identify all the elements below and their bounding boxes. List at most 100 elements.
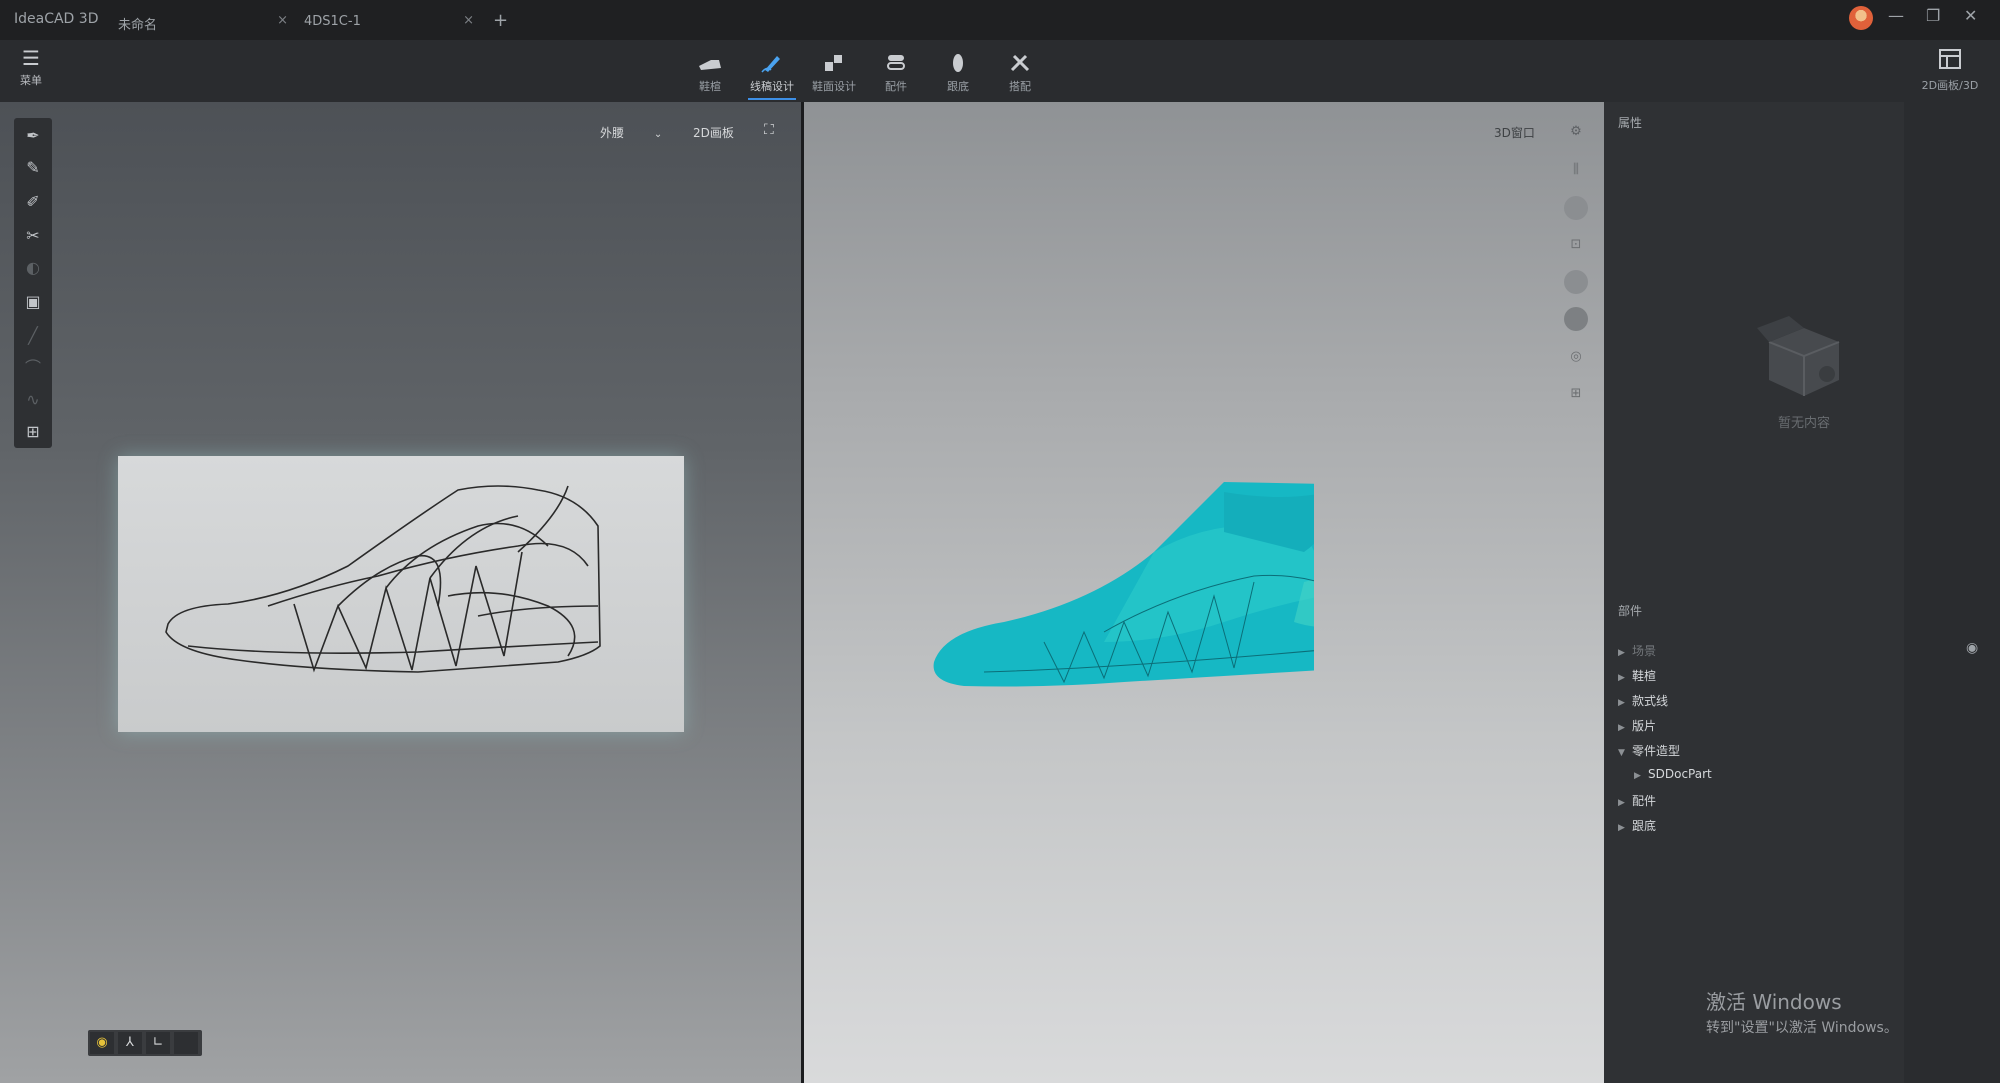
tree-item-style-lines[interactable]: ▶ 款式线: [1618, 692, 1668, 709]
tree-item-accessories[interactable]: ▶ 配件: [1618, 792, 1656, 809]
smooth-tool-icon[interactable]: ∿: [14, 386, 52, 414]
tree-item-label: 配件: [1632, 794, 1657, 808]
tree-item-sddocpart[interactable]: ▶ SDDocPart: [1634, 767, 1712, 781]
tree-item-label: 版片: [1632, 719, 1657, 733]
tool-label: 鞋面设计: [812, 80, 856, 93]
focus-icon[interactable]: ⊡: [1564, 233, 1588, 257]
mirror-tool-icon[interactable]: ◐: [14, 254, 52, 282]
view-2d-canvas[interactable]: 外腰 ⌄ 2D画板 ⛶ ◉ ⅄ ∟: [0, 102, 802, 1083]
match-icon: [992, 52, 1048, 76]
menu-label: 菜单: [20, 74, 42, 87]
properties-panel: 属性 暂无内容 部件 ▶ 场景 ▶ 鞋楦 ▶ 款式线 ▶ 版片 ▼ 零件造型 ▶ SDDoc…: [1604, 102, 1904, 1083]
tree-item-label: SDDocPart: [1648, 767, 1712, 781]
caret-right-icon: ▶: [1634, 771, 1641, 781]
tab-close-icon[interactable]: ×: [463, 13, 474, 28]
lighting-icon[interactable]: [1564, 307, 1588, 331]
watermark-line2: 转到"设置"以激活 Windows。: [1706, 1020, 1898, 1036]
tree-item-label: 鞋楦: [1632, 669, 1657, 683]
settings-gear-icon[interactable]: ⚙: [1564, 120, 1588, 144]
pencil-tool-icon[interactable]: ✎: [14, 154, 52, 182]
tool-upper-design[interactable]: 鞋面设计: [806, 52, 862, 94]
side-strip: [1904, 102, 2000, 1083]
grid-toggle-icon[interactable]: [174, 1032, 198, 1054]
tool-shoe-last[interactable]: 鞋楦: [682, 52, 738, 94]
board-2d-button[interactable]: 2D画板: [693, 124, 734, 141]
shoe-3d-model[interactable]: [924, 472, 1314, 712]
left-drawing-toolbar: ✒ ✎ ✐ ✂ ◐ ▣ ╱ ⌒ ∿ ⊞: [14, 118, 52, 448]
board-3d-label: 2D画板/3D: [1921, 79, 1979, 92]
empty-state: 暂无内容: [1744, 302, 1864, 431]
tool-accessory[interactable]: 配件: [868, 52, 924, 94]
menu-button[interactable]: ☰ 菜单: [14, 48, 48, 88]
tab-untitled[interactable]: 未命名 ×: [108, 8, 298, 36]
tool-label: 线稿设计: [750, 80, 794, 93]
axis-toolbar: ◉ ⅄ ∟: [88, 1030, 202, 1056]
view-3d-canvas[interactable]: 3D窗口 ⚙ ⫼ ⊡ ◎ ⊞: [804, 102, 1604, 1083]
watermark-line1: 激活 Windows: [1706, 990, 1842, 1014]
origin-icon[interactable]: ◉: [90, 1032, 114, 1054]
tool-label: 鞋楦: [699, 80, 721, 93]
close-button[interactable]: ✕: [1964, 6, 1977, 25]
insert-tool-icon[interactable]: ⊞: [14, 418, 52, 446]
fullscreen-icon[interactable]: ⛶: [764, 122, 774, 138]
document-tool-icon[interactable]: ▣: [14, 288, 52, 316]
offset-tool-icon[interactable]: ⌒: [14, 354, 52, 382]
tab-4ds1c-1[interactable]: 4DS1C-1 ×: [294, 8, 484, 36]
side-select[interactable]: 外腰 ⌄: [600, 124, 662, 141]
edit-point-icon[interactable]: ✐: [14, 188, 52, 216]
tab-label: 未命名: [118, 18, 158, 33]
caret-right-icon: ▶: [1618, 673, 1625, 683]
shoe-sketch-drawing: [165, 485, 601, 673]
tab-close-icon[interactable]: ×: [277, 13, 288, 28]
tool-label: 跟底: [947, 80, 969, 93]
measure-tool-icon[interactable]: ╱: [14, 322, 52, 350]
tree-item-label: 零件造型: [1632, 744, 1681, 758]
add-tab-button[interactable]: +: [493, 10, 508, 31]
caret-right-icon: ▶: [1618, 723, 1625, 733]
tree-item-patterns[interactable]: ▶ 版片: [1618, 717, 1656, 734]
target-icon[interactable]: ◎: [1564, 345, 1588, 369]
empty-text: 暂无内容: [1777, 416, 1830, 431]
tree-item-sole[interactable]: ▶ 跟底: [1618, 817, 1656, 834]
user-avatar[interactable]: [1849, 6, 1873, 30]
layout-panel-icon: [1910, 48, 1990, 75]
grid-icon[interactable]: ⊞: [1564, 382, 1588, 406]
axis-3d-icon[interactable]: ⅄: [118, 1032, 142, 1054]
axis-2d-icon[interactable]: ∟: [146, 1032, 170, 1054]
properties-title: 属性: [1618, 116, 1643, 130]
caret-right-icon: ▶: [1618, 798, 1625, 808]
material-icon[interactable]: [1564, 270, 1588, 294]
minimize-button[interactable]: —: [1888, 6, 1904, 25]
app-name: IdeaCAD 3D: [14, 11, 99, 27]
cut-tool-icon[interactable]: ✂: [14, 222, 52, 250]
tool-sole[interactable]: 跟底: [930, 52, 986, 94]
tool-label: 配件: [885, 80, 907, 93]
sole-icon: [930, 52, 986, 76]
tree-item-label: 场景: [1632, 644, 1657, 658]
caret-right-icon: ▶: [1618, 698, 1625, 708]
pen-line-icon: [744, 52, 800, 76]
sketch-board[interactable]: [118, 456, 684, 732]
view-split-icon[interactable]: ⫼: [1564, 158, 1588, 182]
restore-button[interactable]: ❐: [1926, 6, 1940, 25]
caret-down-icon: ▼: [1618, 748, 1625, 758]
tree-item-label: 款式线: [1632, 694, 1669, 708]
tree-item-label: 跟底: [1632, 819, 1657, 833]
board-3d-toggle-button[interactable]: 2D画板/3D: [1910, 48, 1990, 93]
window-3d-label: 3D窗口: [1494, 126, 1535, 140]
parts-title: 部件: [1618, 604, 1643, 618]
shoe-last-icon: [682, 52, 738, 76]
title-bar: IdeaCAD 3D 未命名 × 4DS1C-1 × + — ❐ ✕: [0, 0, 2000, 40]
accessory-icon: [868, 52, 924, 76]
shading-icon[interactable]: [1564, 196, 1588, 220]
tree-item-scene[interactable]: ▶ 场景: [1618, 642, 1656, 659]
tree-item-part-modeling[interactable]: ▼ 零件造型: [1618, 742, 1680, 759]
tree-item-shoe-last[interactable]: ▶ 鞋楦: [1618, 667, 1656, 684]
hamburger-icon: ☰: [22, 46, 40, 70]
windows-activation-watermark: 激活 Windows 转到"设置"以激活 Windows。: [1706, 986, 1898, 1037]
tool-line-design[interactable]: 线稿设计: [744, 52, 800, 100]
visibility-eye-icon[interactable]: ◉: [1966, 640, 1978, 656]
upper-design-icon: [806, 52, 862, 76]
tool-match[interactable]: 搭配: [992, 52, 1048, 94]
pen-tool-icon[interactable]: ✒: [14, 122, 52, 150]
